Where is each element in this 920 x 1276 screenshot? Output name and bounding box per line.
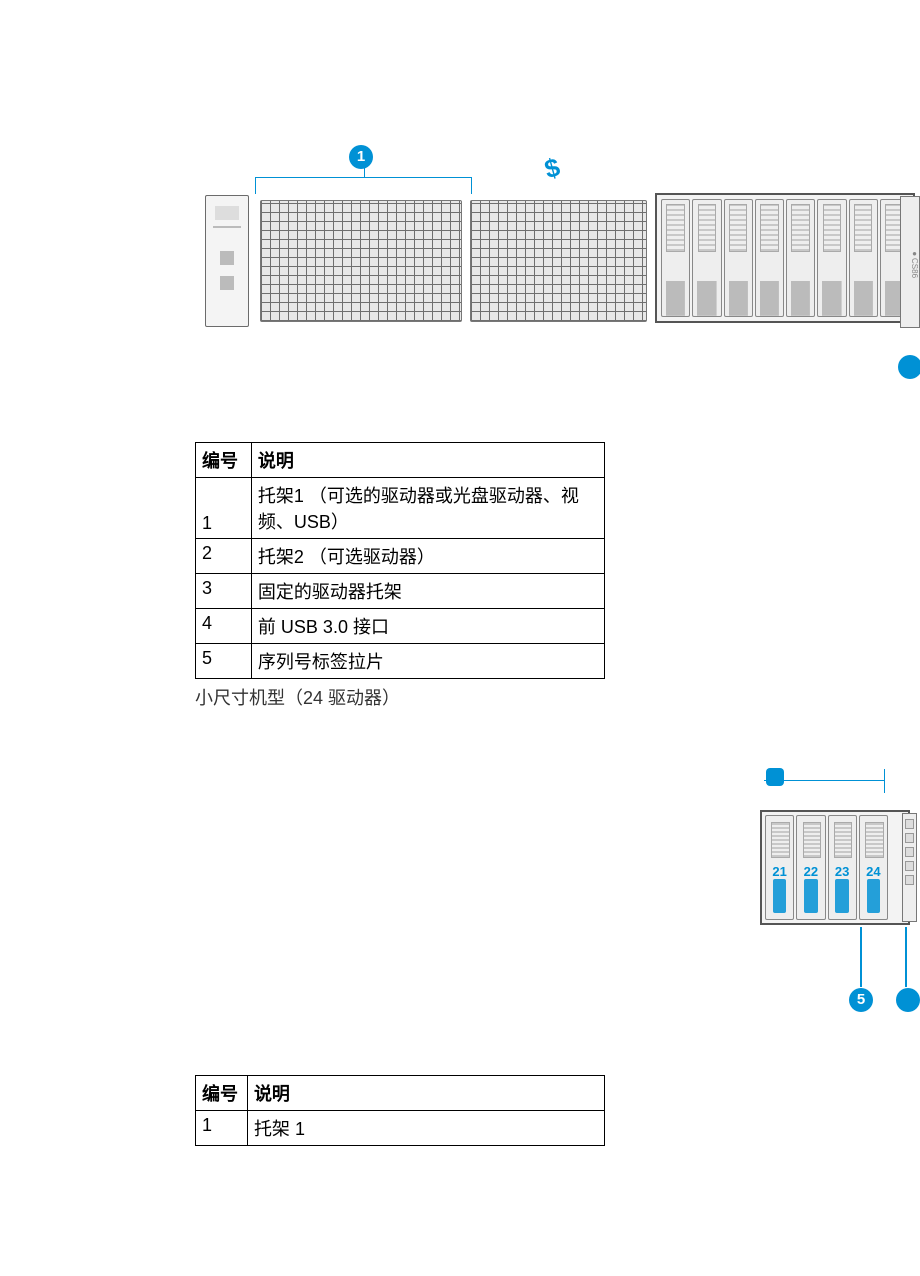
- drive-slot: 23: [828, 815, 857, 920]
- drive-slot: [692, 199, 721, 317]
- drive-slot: [817, 199, 846, 317]
- figure-1: 1 $ ●CS86: [200, 145, 920, 385]
- drive-slot: [724, 199, 753, 317]
- table-component-legend-2: 编号 说明 1 托架 1: [195, 1075, 605, 1146]
- callout-5-label: 5: [857, 991, 865, 1008]
- drive-side-label: ●CS86: [900, 196, 920, 328]
- table1-cell-desc: 前 USB 3.0 接口: [251, 609, 604, 644]
- drive-slot: [786, 199, 815, 317]
- callout-1-label: 1: [357, 148, 365, 165]
- drive-slot: [661, 199, 690, 317]
- table1-header-desc: 说明: [251, 443, 604, 478]
- table-row: 4 前 USB 3.0 接口: [196, 609, 605, 644]
- table1-cell-desc: 序列号标签拉片: [251, 644, 604, 679]
- table1-cell-desc: 固定的驱动器托架: [251, 574, 604, 609]
- drive-slot-number: 21: [766, 864, 793, 879]
- table-row: 5 序列号标签拉片: [196, 644, 605, 679]
- vent-grille-left: [260, 200, 462, 322]
- callout-5: 5: [849, 988, 873, 1012]
- drive-slot: 21: [765, 815, 794, 920]
- leader-line: [905, 927, 907, 987]
- drive-slot-number: 22: [797, 864, 824, 879]
- drive-bay-array-24: 21 22 23 24: [760, 810, 910, 925]
- page: 1 $ ●CS86 编号 说明 1 托架1 （可选的驱动器或光盘驱动器、视频: [0, 0, 920, 1276]
- server-control-panel: [205, 195, 249, 327]
- table-row: 1 托架1 （可选的驱动器或光盘驱动器、视频、USB）: [196, 478, 605, 539]
- drive-slot: 22: [796, 815, 825, 920]
- table1-cell-num: 1: [196, 478, 252, 539]
- drive-slot: 24: [859, 815, 888, 920]
- caption-small-form-factor: 小尺寸机型（24 驱动器）: [195, 684, 400, 710]
- figure-2: 21 22 23 24 5: [760, 770, 920, 1030]
- drive-slot-number: 23: [829, 864, 856, 879]
- table2-cell-desc: 托架 1: [247, 1111, 604, 1146]
- table-row: 3 固定的驱动器托架: [196, 574, 605, 609]
- table2-header-num: 编号: [196, 1076, 248, 1111]
- callout-bracket-top: [764, 780, 885, 793]
- drive-slot: [849, 199, 878, 317]
- table2-cell-num: 1: [196, 1111, 248, 1146]
- table-row: 2 托架2 （可选驱动器）: [196, 539, 605, 574]
- callout-bracket-1: [255, 177, 472, 194]
- callout-right-edge: [898, 355, 920, 379]
- dollar-glyph: $: [541, 152, 563, 186]
- vent-grille-right: [470, 200, 647, 322]
- callout-right-partial: [896, 988, 920, 1012]
- table1-cell-num: 2: [196, 539, 252, 574]
- table1-header-num: 编号: [196, 443, 252, 478]
- table1-cell-desc: 托架1 （可选的驱动器或光盘驱动器、视频、USB）: [251, 478, 604, 539]
- leader-line: [860, 927, 862, 987]
- table1-cell-num: 4: [196, 609, 252, 644]
- table1-cell-num: 5: [196, 644, 252, 679]
- table1-cell-desc: 托架2 （可选驱动器）: [251, 539, 604, 574]
- table1-cell-num: 3: [196, 574, 252, 609]
- drive-slot: [755, 199, 784, 317]
- table-component-legend-1: 编号 说明 1 托架1 （可选的驱动器或光盘驱动器、视频、USB） 2 托架2 …: [195, 442, 605, 679]
- table2-header-desc: 说明: [247, 1076, 604, 1111]
- drive-slot-number: 24: [860, 864, 887, 879]
- table-row: 1 托架 1: [196, 1111, 605, 1146]
- drive-bay-array: [655, 193, 915, 323]
- callout-1: 1: [349, 145, 373, 169]
- front-io-panel: [902, 813, 917, 922]
